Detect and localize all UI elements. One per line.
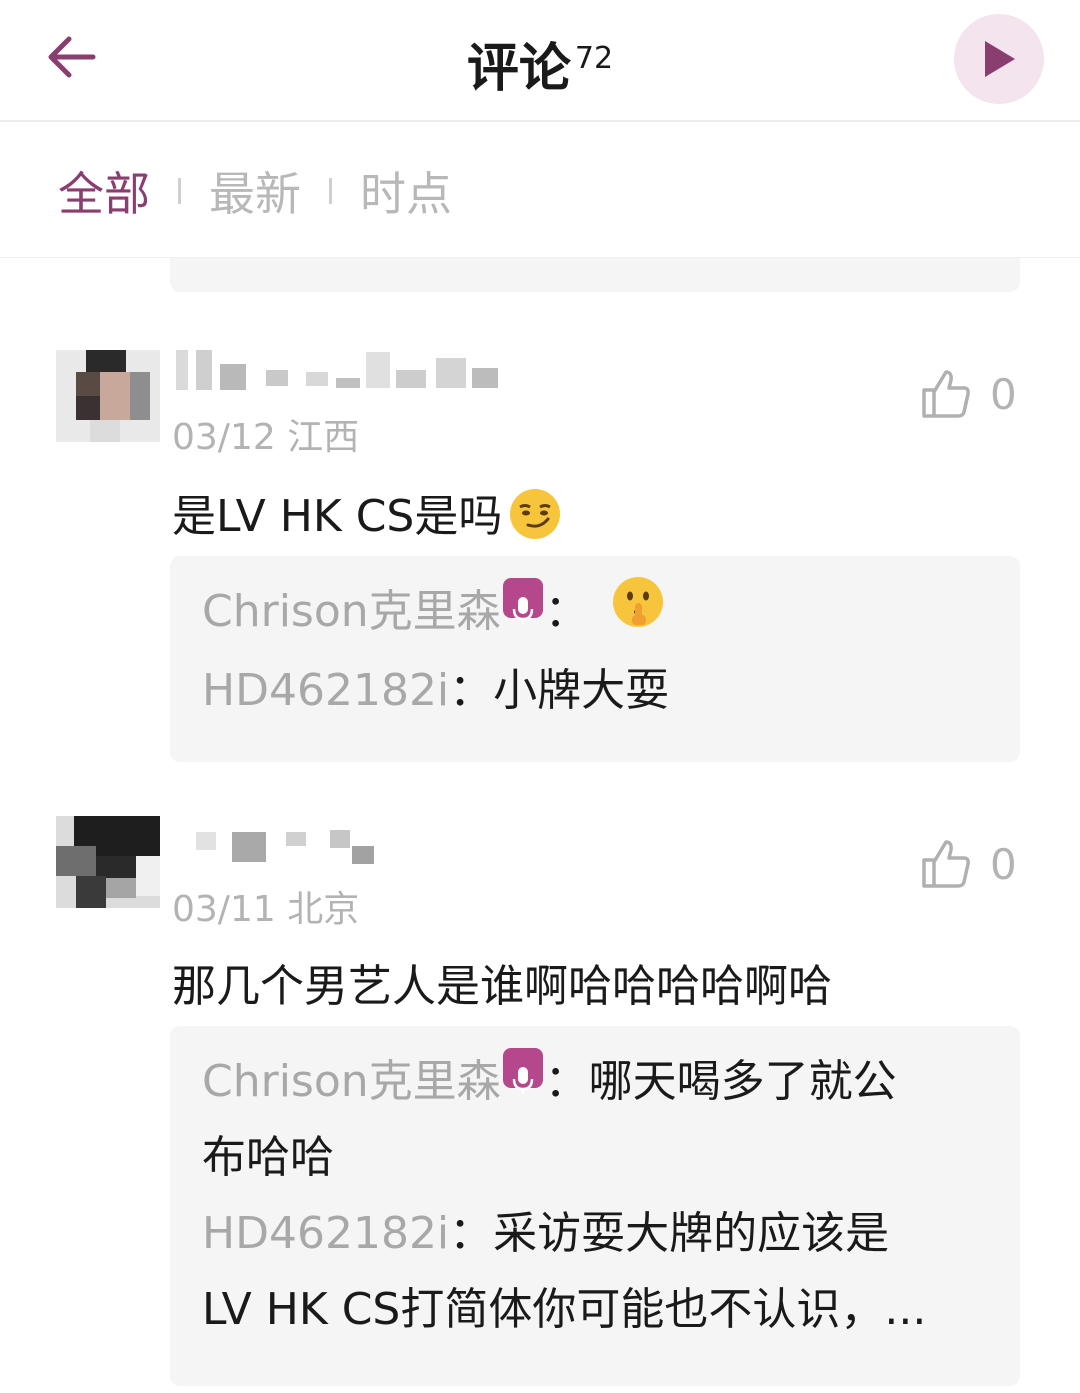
thumbs-up-icon xyxy=(922,840,970,888)
page-title-text: 评论 xyxy=(466,39,571,99)
reply-box[interactable]: Chrison克里森： HD462182i：小牌大耍 xyxy=(170,556,1020,762)
play-icon xyxy=(985,41,1015,77)
tab-all[interactable]: 全部 xyxy=(58,158,150,224)
comment-text: 那几个男艺人是谁啊哈哈哈哈啊哈 xyxy=(172,961,832,1012)
microphone-badge-icon xyxy=(502,578,543,624)
comment-meta: 03/12 江西 xyxy=(172,408,359,460)
reply-author[interactable]: Chrison克里森 xyxy=(202,586,501,637)
reply-text: 小牌大耍 xyxy=(493,665,670,716)
reply-text: 采访耍大牌的应该是 xyxy=(493,1208,890,1259)
reply-author[interactable]: HD462182i xyxy=(202,1208,449,1259)
like-count: 0 xyxy=(990,369,1017,419)
avatar[interactable] xyxy=(56,350,160,442)
like-count: 0 xyxy=(990,839,1017,889)
thumbs-up-icon xyxy=(922,370,970,418)
reply-item: HD462182i：采访耍大牌的应该是 LV HK CS打简体你可能也不认识，.… xyxy=(202,1196,988,1348)
comment-date: 03/11 xyxy=(172,889,276,930)
play-button[interactable] xyxy=(954,14,1044,104)
page-title: 评论 72 xyxy=(0,26,1080,101)
username-blurred xyxy=(176,820,396,864)
reply-text-continued: LV HK CS打简体你可能也不认识，... xyxy=(202,1284,927,1335)
username-blurred xyxy=(176,350,506,394)
reply-separator: ： xyxy=(544,586,589,637)
comment-count: 72 xyxy=(574,40,614,76)
tab-latest[interactable]: 最新 xyxy=(209,158,301,224)
like-button[interactable]: 0 xyxy=(920,368,1017,420)
tab-divider xyxy=(178,177,181,204)
smirk-emoji-icon xyxy=(508,487,562,552)
reply-separator: ： xyxy=(449,665,494,716)
comment-text: 是LV HK CS是吗 xyxy=(172,480,562,552)
top-bar: 评论 72 xyxy=(0,0,1080,122)
tab-timepoint[interactable]: 时点 xyxy=(360,158,452,224)
reply-author[interactable]: Chrison克里森 xyxy=(202,1056,501,1107)
tab-divider xyxy=(329,177,332,204)
reply-text-continued: 布哈哈 xyxy=(202,1132,334,1183)
avatar[interactable] xyxy=(56,816,160,908)
reply-text: 哪天喝多了就公 xyxy=(588,1056,897,1107)
filter-tabs: 全部 最新 时点 xyxy=(0,124,1080,258)
reply-author[interactable]: HD462182i xyxy=(202,665,449,716)
comment-date: 03/12 xyxy=(172,417,276,458)
reply-item: Chrison克里森 ：哪天喝多了就公 布哈哈 xyxy=(202,1044,988,1196)
reply-item: HD462182i：小牌大耍 xyxy=(202,653,988,729)
comment-meta: 03/11 北京 xyxy=(172,880,359,932)
reply-separator: ： xyxy=(449,1208,494,1259)
comment-location: 北京 xyxy=(287,889,360,930)
reply-separator: ： xyxy=(544,1056,589,1107)
reply-item: Chrison克里森 ： xyxy=(202,574,988,653)
microphone-badge-icon xyxy=(502,1048,543,1094)
like-button[interactable]: 0 xyxy=(920,838,1017,890)
previous-reply-box-edge xyxy=(170,258,1020,292)
comment-location: 江西 xyxy=(287,417,360,458)
shushing-emoji-icon xyxy=(611,575,665,653)
reply-box[interactable]: Chrison克里森 ：哪天喝多了就公 布哈哈 HD462182i：采访耍大牌的应… xyxy=(170,1026,1020,1386)
